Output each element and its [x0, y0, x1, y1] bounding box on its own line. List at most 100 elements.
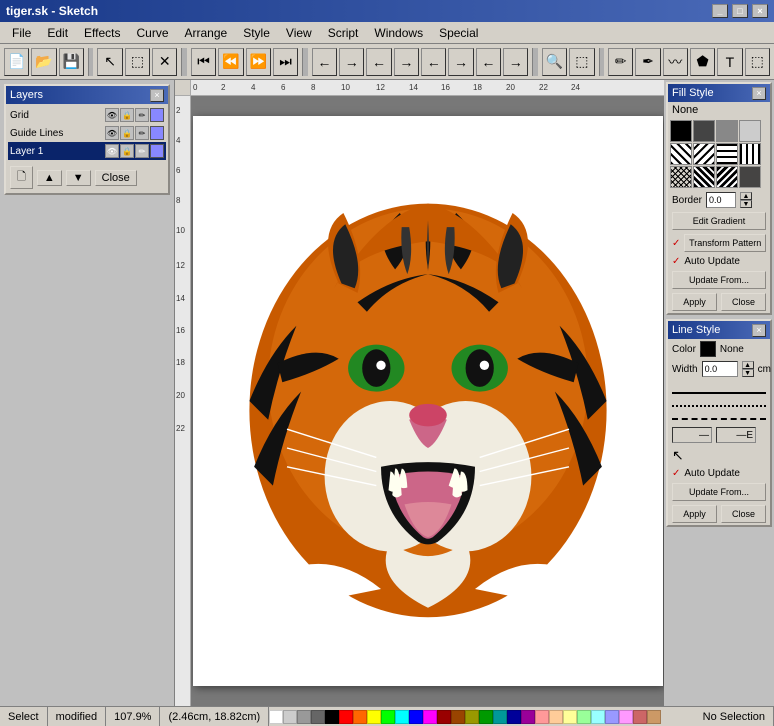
fill-swatch-cross[interactable] — [670, 166, 692, 188]
nav-btn-7[interactable]: ← — [476, 48, 501, 76]
new-button[interactable]: 📄 — [4, 48, 29, 76]
line-updatefrom-button[interactable]: Update From... — [672, 483, 766, 501]
palette-orange[interactable] — [353, 710, 367, 724]
fill-border-input[interactable] — [706, 192, 736, 208]
layer-color-1[interactable] — [150, 144, 164, 158]
palette-dgray[interactable] — [311, 710, 325, 724]
menu-windows[interactable]: Windows — [366, 24, 431, 42]
line-sample-dashed[interactable] — [672, 410, 766, 420]
select-tool[interactable]: ↖ — [97, 48, 122, 76]
layer-row-grid[interactable]: Grid 👁 🔒 ✏ — [8, 106, 166, 124]
palette-dred[interactable] — [437, 710, 451, 724]
fill-swatch-hatch1[interactable] — [670, 143, 692, 165]
palette-lgreen[interactable] — [577, 710, 591, 724]
palette-white[interactable] — [269, 710, 283, 724]
palette-peach[interactable] — [549, 710, 563, 724]
extra-tool[interactable]: ⬚ — [745, 48, 770, 76]
fill-style-close-icon[interactable]: × — [752, 87, 766, 100]
menu-script[interactable]: Script — [320, 24, 367, 42]
palette-pink[interactable] — [535, 710, 549, 724]
palette-mred[interactable] — [633, 710, 647, 724]
fill-swatch-hatch4[interactable] — [739, 143, 761, 165]
zoom-tool[interactable]: 🔍 — [542, 48, 567, 76]
layer-eye-1[interactable]: 👁 — [105, 144, 119, 158]
layers-down-button[interactable]: ▼ — [66, 170, 91, 186]
palette-lgray[interactable] — [283, 710, 297, 724]
bezier-tool[interactable]: 〰 — [663, 48, 688, 76]
palette-dgreen[interactable] — [479, 710, 493, 724]
line-sample-solid[interactable] — [672, 384, 766, 394]
layer-row-guidelines[interactable]: Guide Lines 👁 🔒 ✏ — [8, 124, 166, 142]
palette-yellow[interactable] — [367, 710, 381, 724]
layers-close-button[interactable]: × — [150, 89, 164, 102]
layer-row-1[interactable]: Layer 1 👁 🔒 ✏ — [8, 142, 166, 160]
palette-mbrown[interactable] — [647, 710, 661, 724]
line-width-input[interactable] — [702, 361, 738, 377]
layer-lock-guidelines[interactable]: 🔒 — [120, 126, 134, 140]
fill-swatch-gray[interactable] — [716, 120, 738, 142]
palette-red[interactable] — [339, 710, 353, 724]
layers-close-btn[interactable]: Close — [95, 170, 137, 186]
menu-style[interactable]: Style — [235, 24, 278, 42]
save-button[interactable]: 💾 — [59, 48, 84, 76]
layer-edit-grid[interactable]: ✏ — [135, 108, 149, 122]
open-button[interactable]: 📂 — [31, 48, 56, 76]
palette-lcyan[interactable] — [591, 710, 605, 724]
text-tool[interactable]: T — [717, 48, 742, 76]
palette-dblue[interactable] — [507, 710, 521, 724]
fill-swatch-dense3[interactable] — [739, 166, 761, 188]
menu-edit[interactable]: Edit — [39, 24, 76, 42]
line-arrow-end[interactable]: —E — [716, 427, 756, 443]
palette-gray[interactable] — [297, 710, 311, 724]
menu-arrange[interactable]: Arrange — [177, 24, 236, 42]
pencil-tool[interactable]: ✏ — [608, 48, 633, 76]
line-width-up[interactable]: ▲ — [742, 361, 754, 369]
layer-lock-grid[interactable]: 🔒 — [120, 108, 134, 122]
fill-transform-button[interactable]: Transform Pattern — [684, 234, 766, 252]
shape-tool[interactable]: ⬟ — [690, 48, 715, 76]
layer-eye-guidelines[interactable]: 👁 — [105, 126, 119, 140]
delete-button[interactable]: ✕ — [152, 48, 177, 76]
canvas-white[interactable] — [193, 116, 663, 686]
palette-teal[interactable] — [493, 710, 507, 724]
line-apply-button[interactable]: Apply — [672, 505, 717, 523]
palette-lpink[interactable] — [619, 710, 633, 724]
palette-dbrown[interactable] — [451, 710, 465, 724]
menu-file[interactable]: File — [4, 24, 39, 42]
fill-swatch-hatch2[interactable] — [693, 143, 715, 165]
palette-lblue[interactable] — [605, 710, 619, 724]
close-button[interactable]: × — [752, 4, 768, 18]
next-button[interactable]: ⏩ — [246, 48, 271, 76]
menu-view[interactable]: View — [278, 24, 320, 42]
nav-btn-2[interactable]: → — [339, 48, 364, 76]
titlebar-controls[interactable]: _ □ × — [712, 4, 768, 18]
fill-swatch-lgray[interactable] — [739, 120, 761, 142]
layer-edit-1[interactable]: ✏ — [135, 144, 149, 158]
line-width-spin[interactable]: ▲ ▼ — [742, 361, 754, 377]
palette-olive[interactable] — [465, 710, 479, 724]
layer-lock-1[interactable]: 🔒 — [120, 144, 134, 158]
layer-eye-grid[interactable]: 👁 — [105, 108, 119, 122]
fill-close-button[interactable]: Close — [721, 293, 766, 311]
fill-updatefrom-button[interactable]: Update From... — [672, 271, 766, 289]
pen-tool[interactable]: ✒ — [635, 48, 660, 76]
layer-edit-guidelines[interactable]: ✏ — [135, 126, 149, 140]
line-color-box[interactable] — [700, 341, 716, 357]
first-button[interactable]: ⏮ — [191, 48, 216, 76]
last-button[interactable]: ⏭ — [273, 48, 298, 76]
line-style-close-icon[interactable]: × — [752, 324, 766, 337]
prev-button[interactable]: ⏪ — [218, 48, 243, 76]
nav-btn-1[interactable]: ← — [312, 48, 337, 76]
fill-border-up[interactable]: ▲ — [740, 192, 752, 200]
fill-swatch-black[interactable] — [670, 120, 692, 142]
maximize-button[interactable]: □ — [732, 4, 748, 18]
fill-apply-button[interactable]: Apply — [672, 293, 717, 311]
nav-btn-4[interactable]: → — [394, 48, 419, 76]
line-width-down[interactable]: ▼ — [742, 369, 754, 377]
minimize-button[interactable]: _ — [712, 4, 728, 18]
menu-effects[interactable]: Effects — [76, 24, 128, 42]
fill-swatch-hatch3[interactable] — [716, 143, 738, 165]
nav-btn-3[interactable]: ← — [366, 48, 391, 76]
palette-lyellow[interactable] — [563, 710, 577, 724]
canvas[interactable] — [191, 96, 664, 706]
